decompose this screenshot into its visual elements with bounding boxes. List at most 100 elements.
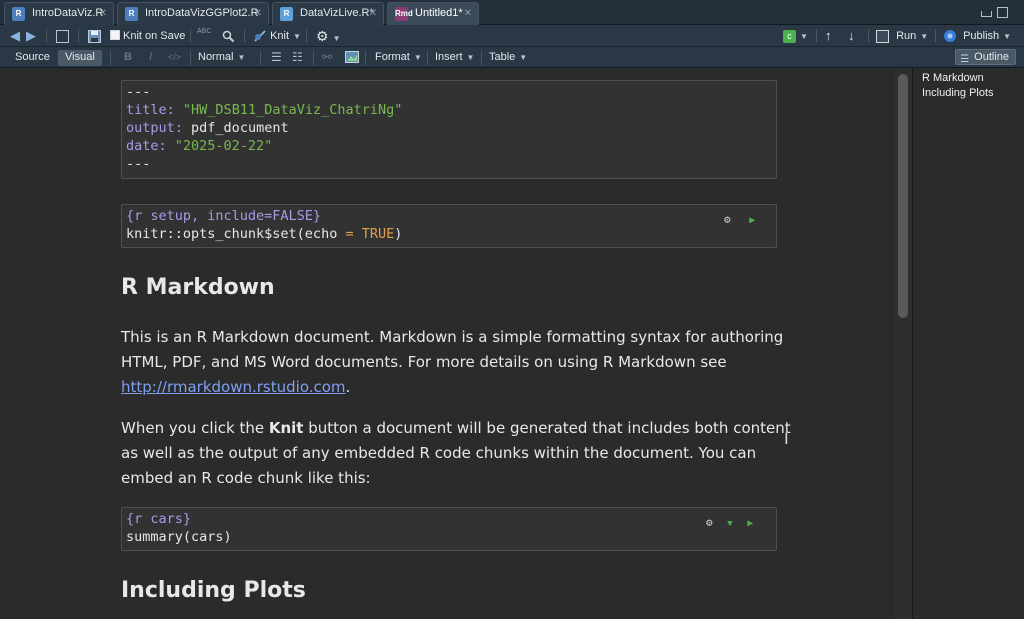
forward-arrow-icon[interactable]: ▶ (26, 25, 36, 47)
tab-datavizlive[interactable]: R DataVizLive.R* ✕ (272, 2, 384, 25)
paragraph-intro: This is an R Markdown document. Markdown… (121, 328, 784, 396)
rmarkdown-file-icon: Rmd (395, 7, 413, 21)
bullet-list-icon[interactable]: ☰ (271, 46, 282, 68)
chevron-down-icon[interactable]: ▼ (920, 32, 928, 41)
paragraph-knit: When you click the Knit button a documen… (121, 419, 791, 487)
outline-label: Outline (974, 51, 1009, 63)
yaml-dashes-open: --- (126, 84, 151, 100)
insert-menu-label: Insert (435, 51, 463, 63)
tab-label: IntroDataViz.R (32, 7, 104, 19)
knit-yarn-icon (254, 30, 266, 42)
insert-chunk-button[interactable]: c ▼ (783, 25, 808, 47)
publish-label: Publish (963, 30, 1000, 42)
run-label: Run (896, 30, 917, 42)
run-button[interactable]: Run ▼ (876, 25, 928, 47)
chevron-down-icon[interactable]: ▼ (293, 32, 301, 41)
toolbar-separator (365, 51, 366, 65)
toolbar-separator (190, 51, 191, 65)
tab-introdatavizggplot2[interactable]: R IntroDataVizGGPlot2.R ✕ (117, 2, 269, 25)
knit-button[interactable]: Knit ▼ (253, 25, 301, 47)
numbered-list-icon[interactable]: ☷ (292, 46, 303, 68)
chunk-code-line: summary(cars) (126, 529, 232, 545)
knit-on-save-checkbox[interactable]: Knit on Save (110, 25, 185, 47)
heading-r-markdown: R Markdown (121, 275, 275, 300)
format-menu[interactable]: Format ▼ (375, 46, 422, 68)
toolbar-separator (46, 29, 47, 43)
editor-scrollbar-thumb[interactable] (898, 74, 908, 318)
minimize-pane-icon[interactable] (981, 11, 992, 17)
save-icon[interactable] (88, 25, 101, 47)
r-file-icon: R (280, 7, 293, 21)
knit-label: Knit (270, 30, 290, 42)
chevron-down-icon[interactable]: ▼ (333, 34, 341, 43)
knit-on-save-label: Knit on Save (123, 30, 186, 42)
code-chunk-cars[interactable]: {r cars} summary(cars) ⚙ ▼ ▶ (121, 507, 777, 551)
chunk-options-gear-icon[interactable]: ⚙ (724, 213, 731, 226)
insert-menu[interactable]: Insert ▼ (435, 46, 474, 68)
visual-mode-button[interactable]: Visual (58, 50, 102, 66)
yaml-header-block[interactable]: --- title: "HW_DSB11_DataViz_ChatriNg" o… (121, 80, 777, 179)
tab-untitled1[interactable]: Rmd Untitled1* ✕ (387, 2, 479, 25)
chevron-down-icon[interactable]: ▼ (237, 53, 245, 62)
yaml-dashes-close: --- (126, 156, 151, 172)
chevron-down-icon[interactable]: ▼ (1003, 32, 1011, 41)
back-arrow-icon[interactable]: ◀ (10, 25, 20, 47)
insert-image-icon[interactable] (345, 46, 359, 68)
close-icon[interactable]: ✕ (464, 3, 472, 24)
close-icon[interactable]: ✕ (99, 3, 107, 24)
table-menu[interactable]: Table ▼ (489, 46, 527, 68)
outline-item-r-markdown[interactable]: R Markdown (922, 71, 1015, 86)
toolbar-separator (868, 29, 869, 43)
tab-label: DataVizLive.R* (300, 7, 374, 19)
find-replace-icon[interactable] (222, 25, 235, 47)
show-in-window-icon[interactable] (56, 25, 69, 47)
chunk-toolbar: ⚙ ▼ ▶ (706, 514, 753, 533)
close-icon[interactable]: ✕ (254, 3, 262, 24)
toolbar-separator (816, 29, 817, 43)
code-chunk-setup[interactable]: {r setup, include=FALSE} knitr::opts_chu… (121, 204, 777, 248)
run-chunk-icon[interactable]: ▶ (747, 518, 753, 529)
outline-toggle-button[interactable]: ☰ Outline (955, 49, 1016, 65)
yaml-output-line: output: pdf_document (126, 120, 289, 136)
rmarkdown-link[interactable]: http://rmarkdown.rstudio.com (121, 378, 346, 396)
chunk-options-gear-icon[interactable]: ⚙ (706, 516, 713, 529)
close-icon[interactable]: ✕ (369, 3, 377, 24)
outline-item-including-plots[interactable]: Including Plots (922, 86, 1015, 101)
block-style-dropdown[interactable]: Normal ▼ (198, 46, 245, 68)
tab-label: IntroDataVizGGPlot2.R (145, 7, 259, 19)
table-menu-label: Table (489, 51, 516, 63)
toolbar-separator (110, 51, 111, 65)
go-to-previous-chunk-icon[interactable]: ↑ (825, 25, 832, 47)
tab-introdataviz[interactable]: R IntroDataViz.R ✕ (4, 2, 114, 25)
run-previous-chunks-icon[interactable]: ▼ (727, 519, 732, 529)
yaml-title-line: title: "HW_DSB11_DataViz_ChatriNg" (126, 102, 403, 118)
chevron-down-icon[interactable]: ▼ (800, 32, 808, 41)
chunk-header: {r setup, include=FALSE} (126, 208, 322, 224)
toolbar-separator (244, 29, 245, 43)
text-cursor-icon: I (784, 429, 789, 448)
italic-button[interactable]: I (149, 46, 152, 68)
visual-editor-format-bar: Source Visual B I </> Normal ▼ ☰ ☷ ⚯ Form… (0, 47, 1024, 68)
heading-including-plots: Including Plots (121, 578, 306, 603)
maximize-pane-icon[interactable] (997, 7, 1008, 18)
toolbar-separator (427, 51, 428, 65)
bold-button[interactable]: B (124, 46, 132, 68)
run-chunk-icon[interactable]: ▶ (749, 215, 755, 226)
visual-editor-document[interactable]: --- title: "HW_DSB11_DataViz_ChatriNg" o… (0, 68, 894, 619)
link-icon[interactable]: ⚯ (322, 46, 332, 68)
chunk-code-line: knitr::opts_chunk$set(echo = TRUE) (126, 226, 403, 242)
toolbar-separator (260, 51, 261, 65)
spell-check-icon[interactable]: ABC (197, 21, 211, 43)
r-file-icon: R (125, 7, 138, 21)
source-mode-button[interactable]: Source (8, 50, 57, 66)
go-to-next-chunk-icon[interactable]: ↓ (848, 25, 855, 47)
toolbar-separator (190, 29, 191, 43)
chevron-down-icon[interactable]: ▼ (467, 53, 475, 62)
publish-button[interactable]: Publish ▼ (943, 25, 1011, 47)
chevron-down-icon[interactable]: ▼ (414, 53, 422, 62)
editor-toolbar: ◀ ▶ Knit on Save ABC Knit ▼ ⚙ ▼ c ▼ ↑ ↓ Run… (0, 25, 1024, 47)
document-outline-panel: R Markdown Including Plots (912, 68, 1024, 619)
chevron-down-icon[interactable]: ▼ (519, 53, 527, 62)
code-button[interactable]: </> (168, 46, 181, 68)
settings-gear-icon[interactable]: ⚙ ▼ (316, 25, 340, 47)
